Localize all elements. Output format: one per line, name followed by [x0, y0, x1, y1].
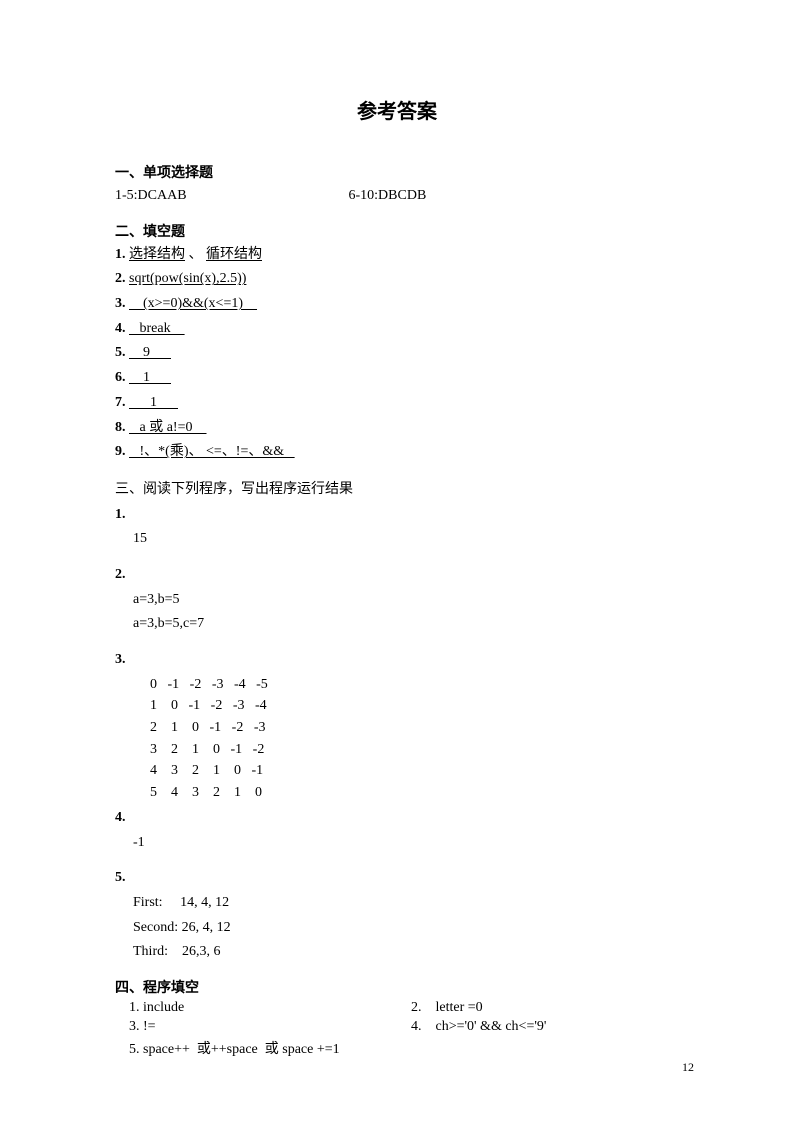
q5-num: 5.: [115, 345, 126, 360]
section1-head: 一、单项选择题: [115, 162, 679, 182]
read-q2: 2.: [115, 564, 679, 586]
r2-l1: a=3,b=5: [115, 589, 679, 611]
fill-prog: 1. include 2. letter =0 3. != 4. ch>='0'…: [115, 1000, 679, 1061]
read-q4: 4.: [115, 807, 679, 829]
q9-num: 9.: [115, 444, 126, 459]
read-q1: 1.: [115, 504, 679, 526]
q1-sep: 、: [189, 247, 203, 262]
q2-a: sqrt(pow(sin(x),2.5)): [129, 271, 246, 286]
q7-num: 7.: [115, 395, 126, 410]
r2-l2: a=3,b=5,c=7: [115, 613, 679, 635]
fill-q3: 3. (x>=0)&&(x<=1): [115, 293, 679, 315]
fill-q8: 8. a 或 a!=0: [115, 417, 679, 439]
fill-q4: 4. break: [115, 318, 679, 340]
r5-l1: First: 14, 4, 12: [115, 892, 679, 914]
r4-num: 4.: [115, 810, 126, 825]
q1-num: 1.: [115, 247, 126, 262]
page-title: 参考答案: [115, 95, 679, 124]
q4-num: 4.: [115, 321, 126, 336]
q6-a: 1: [129, 370, 171, 385]
p2: 2. letter =0: [397, 1000, 679, 1016]
r3-matrix: 0 -1 -2 -3 -4 -5 1 0 -1 -2 -3 -4 2 1 0 -…: [115, 674, 679, 804]
q1-a: 选择结构: [129, 247, 185, 262]
r4-a: -1: [115, 832, 679, 854]
q3-num: 3.: [115, 296, 126, 311]
q6-num: 6.: [115, 370, 126, 385]
fill-q9: 9. !、*(乘)、 <=、!=、&&: [115, 441, 679, 463]
r2-num: 2.: [115, 567, 126, 582]
q2-num: 2.: [115, 271, 126, 286]
read-q5: 5.: [115, 867, 679, 889]
page-number: 12: [682, 1060, 694, 1075]
r1-num: 1.: [115, 507, 126, 522]
fill-q2: 2. sqrt(pow(sin(x),2.5)): [115, 268, 679, 290]
section3-head: 三、阅读下列程序，写出程序运行结果: [115, 479, 679, 501]
section2-head: 二、填空题: [115, 221, 679, 241]
q7-a: 1: [129, 395, 178, 410]
fill-q7: 7. 1: [115, 392, 679, 414]
mc-6-10: 6-10:DBCDB: [349, 188, 427, 203]
p4: 4. ch>='0' && ch<='9': [397, 1019, 679, 1035]
mc-answers: 1-5:DCAAB 6-10:DBCDB: [115, 185, 679, 207]
fill-q1: 1. 选择结构 、 循环结构: [115, 244, 679, 266]
q1-b: 循环结构: [206, 247, 262, 262]
p3: 3. !=: [115, 1019, 397, 1035]
r5-l3: Third: 26,3, 6: [115, 941, 679, 963]
r1-a: 15: [115, 528, 679, 550]
fill-q5: 5. 9: [115, 342, 679, 364]
mc-1-5: 1-5:DCAAB: [115, 185, 345, 207]
q4-a: break: [129, 321, 185, 336]
q8-a: a 或 a!=0: [129, 420, 207, 435]
q8-num: 8.: [115, 420, 126, 435]
q3-a: (x>=0)&&(x<=1): [129, 296, 257, 311]
q5-a: 9: [129, 345, 171, 360]
p5: 5. space++ 或++space 或 space +=1: [115, 1038, 679, 1058]
section4-head: 四、程序填空: [115, 977, 679, 997]
p1: 1. include: [115, 1000, 397, 1016]
q9-a: !、*(乘)、 <=、!=、&&: [129, 444, 295, 459]
r5-l2: Second: 26, 4, 12: [115, 917, 679, 939]
read-q3: 3.: [115, 649, 679, 671]
fill-q6: 6. 1: [115, 367, 679, 389]
r3-num: 3.: [115, 652, 126, 667]
r5-num: 5.: [115, 870, 126, 885]
